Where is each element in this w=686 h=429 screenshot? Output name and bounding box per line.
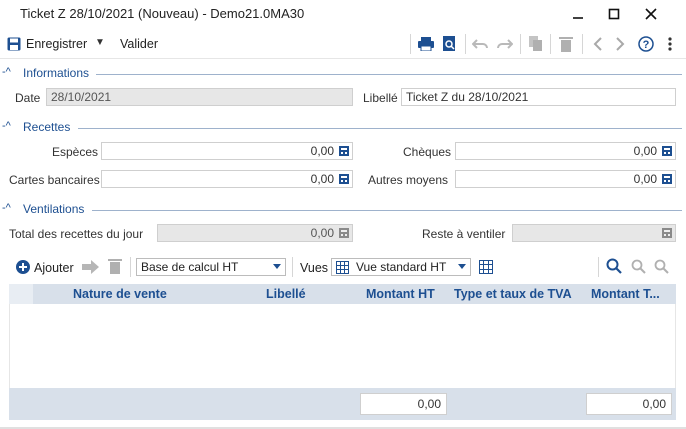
- column-header-nature[interactable]: Nature de vente: [73, 287, 167, 301]
- help-icon[interactable]: ?: [636, 34, 656, 54]
- column-header-libelle[interactable]: Libellé: [266, 287, 306, 301]
- calculator-icon[interactable]: [339, 174, 349, 184]
- especes-field[interactable]: 0,00: [101, 142, 353, 160]
- section-ventilations[interactable]: -^ Ventilations: [0, 202, 686, 218]
- toolbar-separator: [465, 34, 466, 54]
- section-divider: [78, 128, 682, 129]
- section-title: Recettes: [23, 120, 75, 134]
- save-dropdown-icon[interactable]: ▼: [95, 37, 105, 48]
- section-divider: [96, 74, 682, 75]
- maximize-icon: [608, 8, 620, 20]
- cheques-value: 0,00: [633, 144, 657, 158]
- next-icon[interactable]: [610, 34, 630, 54]
- grid-footer: [9, 388, 676, 420]
- total-montant-ttc: 0,00: [586, 393, 672, 415]
- previous-icon[interactable]: [588, 34, 608, 54]
- chevron-down-icon: [458, 264, 466, 269]
- close-icon: [645, 8, 657, 20]
- total-montant-ht: 0,00: [360, 393, 447, 415]
- add-icon[interactable]: [16, 260, 30, 277]
- save-button[interactable]: Enregistrer: [26, 37, 87, 51]
- collapse-icon[interactable]: -^: [2, 66, 11, 78]
- section-informations[interactable]: -^ Informations: [0, 66, 686, 82]
- cartes-label: Cartes bancaires: [9, 173, 100, 187]
- toolbar-separator: [550, 34, 551, 54]
- minimize-icon: [573, 17, 583, 19]
- zoom-out-icon[interactable]: [631, 259, 646, 277]
- libelle-field[interactable]: Ticket Z du 28/10/2021: [401, 88, 676, 106]
- total-value: 0,00: [310, 226, 334, 240]
- grid-view-icon: [336, 261, 349, 274]
- search-icon[interactable]: [606, 258, 622, 277]
- redo-icon[interactable]: [495, 34, 515, 54]
- autres-label: Autres moyens: [368, 173, 449, 187]
- chevron-down-icon: [273, 264, 281, 269]
- column-header-montant-ttc[interactable]: Montant T...: [591, 287, 660, 301]
- total-field: 0,00: [157, 224, 353, 242]
- row-selector-header: [9, 284, 33, 304]
- save-icon[interactable]: [4, 34, 24, 54]
- add-button[interactable]: Ajouter: [34, 261, 74, 275]
- section-divider: [92, 210, 682, 211]
- maximize-button[interactable]: [596, 3, 632, 25]
- grid-body[interactable]: [9, 304, 676, 388]
- especes-value: 0,00: [310, 144, 334, 158]
- autres-value: 0,00: [633, 172, 657, 186]
- column-header-tva[interactable]: Type et taux de TVA: [454, 287, 572, 301]
- window-title: Ticket Z 28/10/2021 (Nouveau) - Demo21.0…: [20, 6, 305, 21]
- section-title: Informations: [23, 66, 94, 80]
- cartes-field[interactable]: 0,00: [101, 170, 353, 188]
- collapse-icon[interactable]: -^: [2, 202, 11, 214]
- calculator-icon[interactable]: [662, 174, 672, 184]
- more-options-icon[interactable]: [660, 34, 680, 54]
- autres-field[interactable]: 0,00: [455, 170, 676, 188]
- calculator-icon[interactable]: [662, 146, 672, 156]
- section-recettes[interactable]: -^ Recettes: [0, 120, 686, 136]
- minimize-button[interactable]: [560, 3, 596, 25]
- column-header-montant-ht[interactable]: Montant HT: [366, 287, 435, 301]
- cheques-label: Chèques: [403, 145, 452, 159]
- forward-icon[interactable]: [82, 260, 100, 277]
- view-settings-icon[interactable]: [479, 260, 493, 277]
- delete-row-icon[interactable]: [108, 258, 122, 277]
- copy-icon[interactable]: [526, 34, 546, 54]
- toolbar-separator: [410, 34, 411, 54]
- calculator-icon: [662, 228, 672, 238]
- vues-value: Vue standard HT: [356, 260, 447, 274]
- grid-header: Nature de vente Libellé Montant HT Type …: [9, 284, 676, 304]
- svg-text:?: ?: [643, 39, 650, 51]
- collapse-icon[interactable]: -^: [2, 120, 11, 132]
- cheques-field[interactable]: 0,00: [455, 142, 676, 160]
- libelle-label: Libellé: [363, 91, 398, 105]
- print-icon[interactable]: [416, 34, 436, 54]
- calculator-icon[interactable]: [339, 146, 349, 156]
- validate-button[interactable]: Valider: [120, 37, 158, 51]
- cartes-value: 0,00: [310, 172, 334, 186]
- vues-label: Vues: [300, 261, 329, 275]
- calculator-icon: [339, 228, 349, 238]
- reste-field: [512, 224, 676, 242]
- print-preview-icon[interactable]: [440, 34, 460, 54]
- base-calcul-value: Base de calcul HT: [141, 260, 239, 274]
- filter-search-icon[interactable]: [654, 259, 669, 277]
- base-calcul-select[interactable]: Base de calcul HT: [136, 258, 286, 276]
- date-label: Date: [15, 91, 41, 105]
- toolbar-separator: [598, 257, 599, 277]
- especes-label: Espèces: [52, 145, 99, 159]
- toolbar-separator: [520, 34, 521, 54]
- toolbar-separator: [130, 257, 131, 277]
- toolbar-separator: [582, 34, 583, 54]
- close-button[interactable]: [633, 3, 669, 25]
- vues-select[interactable]: Vue standard HT: [331, 258, 471, 276]
- undo-icon[interactable]: [470, 34, 490, 54]
- toolbar-separator: [292, 257, 293, 277]
- reste-label: Reste à ventiler: [422, 227, 506, 241]
- date-field[interactable]: 28/10/2021: [46, 88, 353, 106]
- section-title: Ventilations: [23, 202, 89, 216]
- total-label: Total des recettes du jour: [9, 227, 144, 241]
- delete-icon[interactable]: [556, 34, 576, 54]
